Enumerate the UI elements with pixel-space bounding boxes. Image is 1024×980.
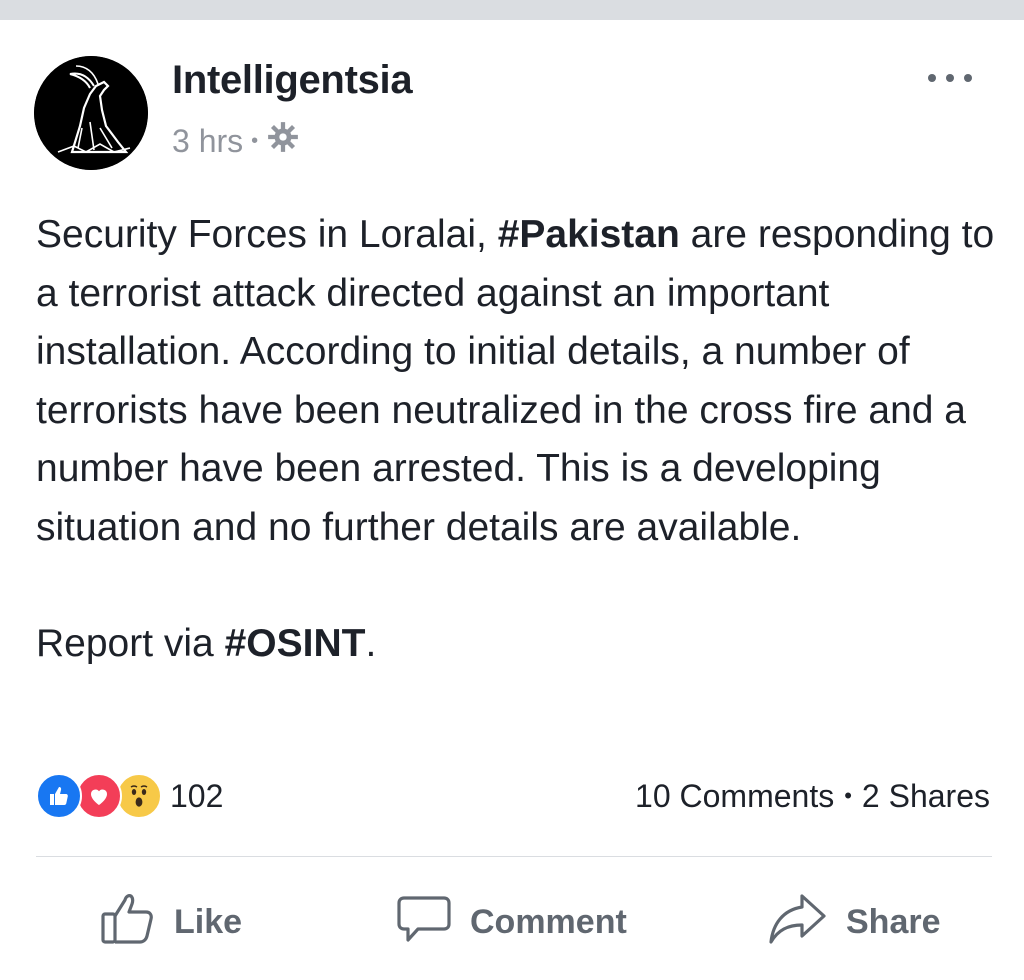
engagement-stats: 10 Comments • 2 Shares — [635, 774, 990, 818]
report-line: Report via #OSINT. — [36, 615, 996, 674]
more-dot — [946, 74, 954, 82]
author-name[interactable]: Intelligentsia — [172, 58, 413, 103]
post-text-part: are responding to a terrorist attack dir… — [36, 213, 995, 549]
like-label: Like — [174, 902, 243, 941]
share-arrow-icon — [768, 890, 846, 955]
comment-label: Comment — [470, 902, 627, 941]
divider — [36, 856, 992, 857]
post-text: Security Forces in Loralai, #Pakistan ar… — [36, 206, 996, 557]
avatar[interactable] — [34, 56, 148, 170]
reactions-summary[interactable]: 102 — [36, 773, 224, 819]
comment-bubble-icon — [396, 890, 470, 955]
more-options-button[interactable] — [928, 68, 972, 88]
post-card: Intelligentsia 3 hrs • Security Forces i… — [0, 0, 1024, 980]
gear-icon[interactable] — [266, 120, 300, 162]
more-dot — [928, 74, 936, 82]
like-reaction-icon — [36, 773, 82, 819]
hashtag-pakistan[interactable]: #Pakistan — [498, 213, 680, 256]
wow-reaction-icon — [116, 773, 162, 819]
meta-separator: • — [251, 129, 259, 152]
share-button[interactable]: Share — [768, 890, 941, 954]
post-text-part: Security Forces in Loralai, — [36, 213, 498, 256]
reaction-count: 102 — [170, 777, 224, 814]
report-prefix: Report via — [36, 622, 225, 665]
report-suffix: . — [365, 622, 377, 665]
more-dot — [964, 74, 972, 82]
comments-count-link[interactable]: 10 Comments — [635, 778, 834, 815]
hashtag-osint[interactable]: #OSINT — [225, 622, 366, 665]
post-time[interactable]: 3 hrs — [172, 123, 243, 160]
shares-count-link[interactable]: 2 Shares — [862, 778, 990, 815]
post-body: Security Forces in Loralai, #Pakistan ar… — [36, 206, 996, 674]
love-reaction-icon — [76, 773, 122, 819]
share-label: Share — [846, 902, 941, 941]
thumbs-up-icon — [100, 890, 174, 955]
stats-separator: • — [844, 783, 852, 808]
post-meta: 3 hrs • — [172, 120, 300, 162]
like-button[interactable]: Like — [100, 890, 242, 954]
comment-button[interactable]: Comment — [396, 890, 627, 954]
